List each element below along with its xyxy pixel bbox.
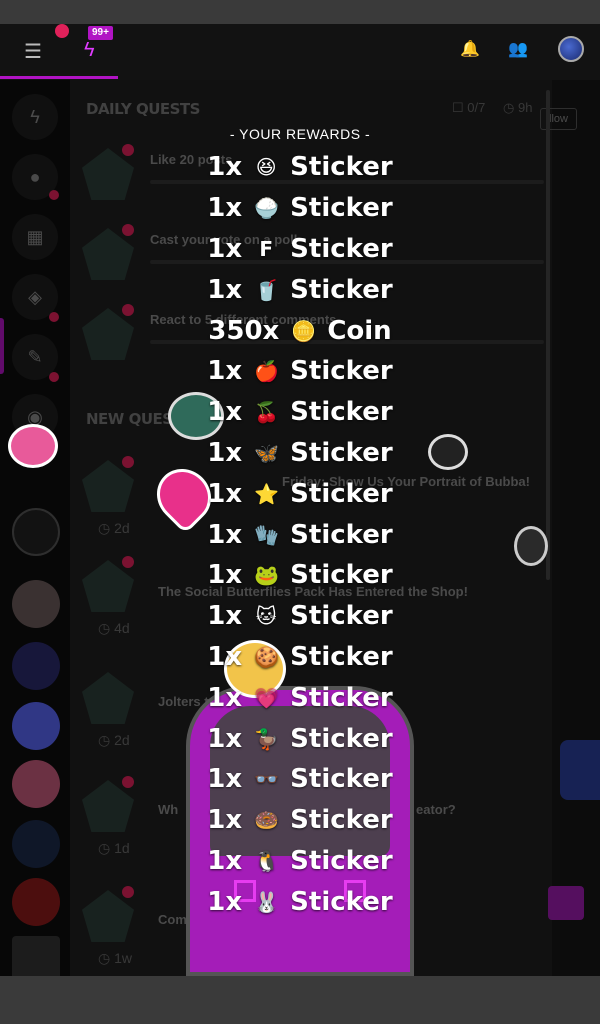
rewards-list: 1x 😆 Sticker 1x 🍚 Sticker 1x F Sticker 1x 🥤 Sticker… — [0, 147, 600, 922]
reward-name: Sticker — [290, 886, 393, 917]
reward-name: Sticker — [290, 274, 393, 305]
reward-icon: 🐸 — [254, 563, 280, 588]
reward-row: 1x 🦋 Sticker — [0, 433, 600, 474]
status-bar — [0, 0, 600, 24]
reward-icon: 🍪 — [254, 644, 280, 669]
rewards-title: - YOUR REWARDS - — [229, 126, 371, 142]
reward-icon: 🐰 — [254, 889, 280, 914]
reward-row: 1x 🍪 Sticker — [0, 637, 600, 678]
reward-name: Sticker — [290, 152, 393, 183]
top-bar: ☰ ϟ 99+ 🔔 👥 — [0, 24, 600, 80]
active-tab-indicator — [0, 76, 118, 79]
reward-row: 1x 🍚 Sticker — [0, 188, 600, 229]
reward-icon: 🪙 — [291, 318, 317, 343]
reward-name: Sticker — [290, 437, 393, 468]
reward-row: 1x ⭐ Sticker — [0, 473, 600, 514]
reward-icon: 😆 — [255, 155, 277, 180]
reward-quantity: 1x — [207, 764, 243, 795]
reward-icon: 🍎 — [254, 359, 280, 384]
reward-icon: 🦆 — [254, 726, 280, 751]
reward-icon: 🐧 — [254, 848, 280, 873]
reward-name: Sticker — [290, 519, 393, 550]
reward-icon: 🥤 — [254, 277, 280, 302]
reward-icon: 🧤 — [254, 522, 280, 547]
bell-icon[interactable]: 🔔 — [460, 39, 480, 59]
reward-row: 1x 🍎 Sticker — [0, 351, 600, 392]
reward-icon: 🦋 — [254, 440, 280, 465]
reward-row: 1x 👓 Sticker — [0, 759, 600, 800]
reward-name: Sticker — [290, 356, 393, 387]
reward-icon: 💗 — [254, 685, 280, 710]
reward-name: Sticker — [290, 723, 393, 754]
reward-quantity: 1x — [207, 152, 243, 183]
reward-quantity: 1x — [207, 193, 243, 224]
notification-dot — [55, 24, 69, 38]
reward-quantity: 1x — [207, 886, 243, 917]
reward-name: Sticker — [290, 641, 393, 672]
reward-row: 1x 💗 Sticker — [0, 677, 600, 718]
reward-row: 1x F Sticker — [0, 229, 600, 270]
reward-row: 350x 🪙 Coin — [0, 310, 600, 351]
reward-name: Sticker — [290, 560, 393, 591]
reward-row: 1x 🦆 Sticker — [0, 718, 600, 759]
reward-name: Sticker — [290, 233, 393, 264]
reward-quantity: 1x — [207, 356, 243, 387]
notification-badge: 99+ — [88, 26, 113, 40]
reward-row: 1x 🍩 Sticker — [0, 800, 600, 841]
reward-quantity: 1x — [207, 437, 243, 468]
reward-quantity: 1x — [207, 560, 243, 591]
reward-quantity: 1x — [207, 682, 243, 713]
reward-row: 1x 🐰 Sticker — [0, 881, 600, 922]
reward-icon: 🐱 — [255, 604, 277, 629]
reward-row: 1x 🐸 Sticker — [0, 555, 600, 596]
reward-row: 1x 🐱 Sticker — [0, 596, 600, 637]
lightning-icon[interactable]: ϟ — [84, 39, 106, 63]
reward-icon: ⭐ — [254, 481, 280, 506]
reward-icon: F — [259, 236, 273, 261]
hamburger-icon[interactable]: ☰ — [24, 41, 46, 63]
reward-quantity: 1x — [207, 397, 243, 428]
reward-icon: 👓 — [254, 767, 280, 792]
reward-quantity: 1x — [207, 641, 243, 672]
reward-row: 1x 🧤 Sticker — [0, 514, 600, 555]
reward-quantity: 1x — [207, 845, 243, 876]
reward-name: Sticker — [290, 397, 393, 428]
reward-quantity: 1x — [207, 805, 243, 836]
reward-quantity: 1x — [207, 519, 243, 550]
reward-name: Sticker — [290, 478, 393, 509]
reward-icon: 🍚 — [254, 196, 280, 221]
reward-row: 1x 😆 Sticker — [0, 147, 600, 188]
reward-quantity: 1x — [207, 233, 243, 264]
reward-icon: 🍒 — [254, 400, 280, 425]
navigation-bar — [0, 976, 600, 1024]
reward-quantity: 1x — [207, 274, 243, 305]
reward-name: Sticker — [290, 601, 393, 632]
reward-quantity: 1x — [207, 723, 243, 754]
reward-row: 1x 🥤 Sticker — [0, 269, 600, 310]
reward-icon: 🍩 — [254, 808, 280, 833]
people-icon[interactable]: 👥 — [508, 39, 528, 59]
avatar[interactable] — [558, 36, 584, 62]
reward-name: Sticker — [290, 682, 393, 713]
reward-name: Sticker — [290, 805, 393, 836]
reward-quantity: 1x — [207, 601, 243, 632]
reward-name: Sticker — [290, 845, 393, 876]
reward-row: 1x 🐧 Sticker — [0, 841, 600, 882]
reward-name: Coin — [327, 315, 392, 346]
reward-name: Sticker — [290, 764, 393, 795]
reward-row: 1x 🍒 Sticker — [0, 392, 600, 433]
reward-quantity: 350x — [208, 315, 280, 346]
reward-name: Sticker — [290, 193, 393, 224]
reward-quantity: 1x — [207, 478, 243, 509]
